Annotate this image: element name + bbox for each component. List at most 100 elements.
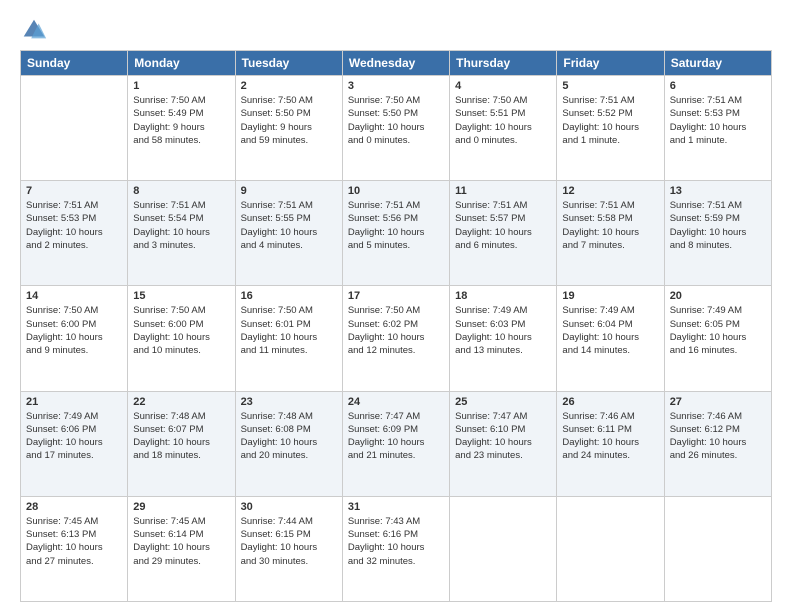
day-number: 3 [348,80,444,92]
day-info: Sunrise: 7:50 AM Sunset: 6:00 PM Dayligh… [133,304,229,357]
day-info: Sunrise: 7:51 AM Sunset: 5:55 PM Dayligh… [241,199,337,252]
day-cell: 24 Sunrise: 7:47 AM Sunset: 6:09 PM Dayli… [342,391,449,496]
day-cell: 28 Sunrise: 7:45 AM Sunset: 6:13 PM Dayli… [21,496,128,601]
day-info: Sunrise: 7:50 AM Sunset: 6:00 PM Dayligh… [26,304,122,357]
day-cell: 19 Sunrise: 7:49 AM Sunset: 6:04 PM Dayli… [557,286,664,391]
day-info: Sunrise: 7:50 AM Sunset: 6:02 PM Dayligh… [348,304,444,357]
day-info: Sunrise: 7:51 AM Sunset: 5:54 PM Dayligh… [133,199,229,252]
day-cell: 15Sunrise: 7:50 AM Sunset: 6:00 PM Dayli… [128,286,235,391]
day-info: Sunrise: 7:45 AM Sunset: 6:14 PM Dayligh… [133,515,229,568]
day-cell: 1 Sunrise: 7:50 AM Sunset: 5:49 PM Daylig… [128,76,235,181]
header [20,16,772,44]
day-cell: 7 Sunrise: 7:51 AM Sunset: 5:53 PM Daylig… [21,181,128,286]
day-info: Sunrise: 7:48 AM Sunset: 6:07 PM Dayligh… [133,410,229,463]
day-cell: 14 Sunrise: 7:50 AM Sunset: 6:00 PM Dayli… [21,286,128,391]
col-header-friday: Friday [557,51,664,76]
day-number: 14 [26,290,122,302]
week-row-4: 21 Sunrise: 7:49 AM Sunset: 6:06 PM Dayli… [21,391,772,496]
header-row: SundayMondayTuesdayWednesdayThursdayFrid… [21,51,772,76]
day-info: Sunrise: 7:51 AM Sunset: 5:57 PM Dayligh… [455,199,551,252]
col-header-saturday: Saturday [664,51,771,76]
day-cell: 5Sunrise: 7:51 AM Sunset: 5:52 PM Daylig… [557,76,664,181]
day-cell: 26Sunrise: 7:46 AM Sunset: 6:11 PM Dayli… [557,391,664,496]
week-row-3: 14 Sunrise: 7:50 AM Sunset: 6:00 PM Dayli… [21,286,772,391]
day-number: 22 [133,396,229,408]
day-cell: 17 Sunrise: 7:50 AM Sunset: 6:02 PM Dayli… [342,286,449,391]
day-cell: 27 Sunrise: 7:46 AM Sunset: 6:12 PM Dayli… [664,391,771,496]
day-cell: 25 Sunrise: 7:47 AM Sunset: 6:10 PM Dayli… [450,391,557,496]
day-info: Sunrise: 7:46 AM Sunset: 6:12 PM Dayligh… [670,410,766,463]
day-number: 16 [241,290,337,302]
day-cell: 31 Sunrise: 7:43 AM Sunset: 6:16 PM Dayli… [342,496,449,601]
calendar-table: SundayMondayTuesdayWednesdayThursdayFrid… [20,50,772,602]
week-row-5: 28 Sunrise: 7:45 AM Sunset: 6:13 PM Dayli… [21,496,772,601]
day-info: Sunrise: 7:49 AM Sunset: 6:05 PM Dayligh… [670,304,766,357]
day-cell: 22 Sunrise: 7:48 AM Sunset: 6:07 PM Dayli… [128,391,235,496]
day-info: Sunrise: 7:47 AM Sunset: 6:10 PM Dayligh… [455,410,551,463]
day-info: Sunrise: 7:49 AM Sunset: 6:03 PM Dayligh… [455,304,551,357]
day-cell [557,496,664,601]
day-cell: 18 Sunrise: 7:49 AM Sunset: 6:03 PM Dayli… [450,286,557,391]
week-row-1: 1 Sunrise: 7:50 AM Sunset: 5:49 PM Daylig… [21,76,772,181]
day-info: Sunrise: 7:51 AM Sunset: 5:58 PM Dayligh… [562,199,658,252]
day-number: 7 [26,185,122,197]
day-cell: 4Sunrise: 7:50 AM Sunset: 5:51 PM Daylig… [450,76,557,181]
day-number: 8 [133,185,229,197]
day-cell: 21 Sunrise: 7:49 AM Sunset: 6:06 PM Dayli… [21,391,128,496]
day-number: 18 [455,290,551,302]
week-row-2: 7 Sunrise: 7:51 AM Sunset: 5:53 PM Daylig… [21,181,772,286]
day-info: Sunrise: 7:50 AM Sunset: 5:50 PM Dayligh… [348,94,444,147]
day-cell: 29 Sunrise: 7:45 AM Sunset: 6:14 PM Dayli… [128,496,235,601]
day-number: 5 [562,80,658,92]
logo-icon [20,16,48,44]
day-number: 9 [241,185,337,197]
day-cell: 23Sunrise: 7:48 AM Sunset: 6:08 PM Dayli… [235,391,342,496]
day-cell: 10Sunrise: 7:51 AM Sunset: 5:56 PM Dayli… [342,181,449,286]
day-info: Sunrise: 7:50 AM Sunset: 5:49 PM Dayligh… [133,94,229,147]
day-number: 28 [26,501,122,513]
day-info: Sunrise: 7:51 AM Sunset: 5:53 PM Dayligh… [670,94,766,147]
day-cell: 6 Sunrise: 7:51 AM Sunset: 5:53 PM Daylig… [664,76,771,181]
calendar-page: SundayMondayTuesdayWednesdayThursdayFrid… [0,0,792,612]
day-number: 17 [348,290,444,302]
day-number: 29 [133,501,229,513]
day-info: Sunrise: 7:49 AM Sunset: 6:06 PM Dayligh… [26,410,122,463]
day-info: Sunrise: 7:44 AM Sunset: 6:15 PM Dayligh… [241,515,337,568]
col-header-sunday: Sunday [21,51,128,76]
day-info: Sunrise: 7:50 AM Sunset: 5:51 PM Dayligh… [455,94,551,147]
day-number: 27 [670,396,766,408]
logo [20,16,52,44]
day-cell: 30 Sunrise: 7:44 AM Sunset: 6:15 PM Dayli… [235,496,342,601]
day-cell: 16 Sunrise: 7:50 AM Sunset: 6:01 PM Dayli… [235,286,342,391]
day-info: Sunrise: 7:45 AM Sunset: 6:13 PM Dayligh… [26,515,122,568]
day-number: 25 [455,396,551,408]
day-number: 30 [241,501,337,513]
day-info: Sunrise: 7:47 AM Sunset: 6:09 PM Dayligh… [348,410,444,463]
day-info: Sunrise: 7:50 AM Sunset: 6:01 PM Dayligh… [241,304,337,357]
day-info: Sunrise: 7:43 AM Sunset: 6:16 PM Dayligh… [348,515,444,568]
day-cell: 12Sunrise: 7:51 AM Sunset: 5:58 PM Dayli… [557,181,664,286]
day-number: 24 [348,396,444,408]
day-cell: 3 Sunrise: 7:50 AM Sunset: 5:50 PM Daylig… [342,76,449,181]
day-number: 19 [562,290,658,302]
day-number: 1 [133,80,229,92]
day-number: 21 [26,396,122,408]
day-info: Sunrise: 7:49 AM Sunset: 6:04 PM Dayligh… [562,304,658,357]
day-info: Sunrise: 7:50 AM Sunset: 5:50 PM Dayligh… [241,94,337,147]
day-number: 6 [670,80,766,92]
day-info: Sunrise: 7:48 AM Sunset: 6:08 PM Dayligh… [241,410,337,463]
day-number: 31 [348,501,444,513]
day-info: Sunrise: 7:46 AM Sunset: 6:11 PM Dayligh… [562,410,658,463]
day-number: 20 [670,290,766,302]
col-header-monday: Monday [128,51,235,76]
col-header-tuesday: Tuesday [235,51,342,76]
day-info: Sunrise: 7:51 AM Sunset: 5:59 PM Dayligh… [670,199,766,252]
day-cell: 9 Sunrise: 7:51 AM Sunset: 5:55 PM Daylig… [235,181,342,286]
day-number: 2 [241,80,337,92]
day-cell [21,76,128,181]
day-cell: 11Sunrise: 7:51 AM Sunset: 5:57 PM Dayli… [450,181,557,286]
col-header-thursday: Thursday [450,51,557,76]
day-cell [450,496,557,601]
day-info: Sunrise: 7:51 AM Sunset: 5:53 PM Dayligh… [26,199,122,252]
day-cell: 13Sunrise: 7:51 AM Sunset: 5:59 PM Dayli… [664,181,771,286]
